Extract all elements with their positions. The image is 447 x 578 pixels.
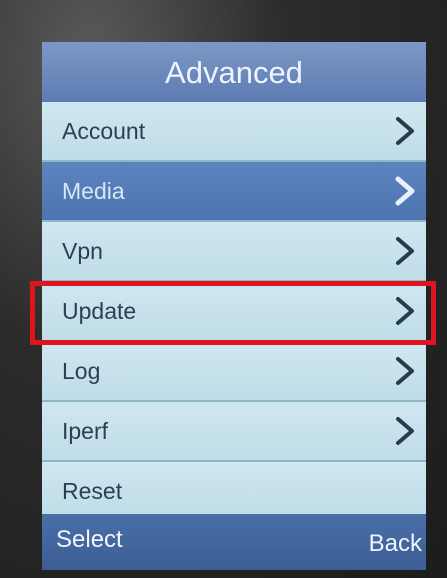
- chevron-right-icon: [394, 236, 416, 266]
- menu-item-reset[interactable]: Reset: [42, 462, 426, 514]
- chevron-right-icon: [394, 356, 416, 386]
- softkey-bar: Select Back: [42, 514, 426, 570]
- select-softkey[interactable]: Select: [56, 526, 123, 554]
- update-highlight-box: [30, 281, 436, 345]
- page-title: Advanced: [42, 42, 426, 102]
- menu-item-label: Media: [62, 178, 125, 204]
- chevron-right-icon: [394, 176, 416, 206]
- back-softkey[interactable]: Back: [369, 530, 422, 558]
- chevron-right-icon: [394, 416, 416, 446]
- menu-item-label: Vpn: [62, 238, 103, 264]
- menu-item-label: Reset: [62, 478, 123, 504]
- menu-item-label: Log: [62, 358, 101, 384]
- menu-item-vpn[interactable]: Vpn: [42, 222, 426, 282]
- menu-item-iperf[interactable]: Iperf: [42, 402, 426, 462]
- menu-item-label: Iperf: [62, 418, 109, 444]
- menu-item-media[interactable]: Media: [42, 162, 426, 222]
- menu-item-log[interactable]: Log: [42, 342, 426, 402]
- chevron-right-icon: [394, 116, 416, 146]
- menu-item-label: Account: [62, 118, 146, 144]
- menu-item-account[interactable]: Account: [42, 102, 426, 162]
